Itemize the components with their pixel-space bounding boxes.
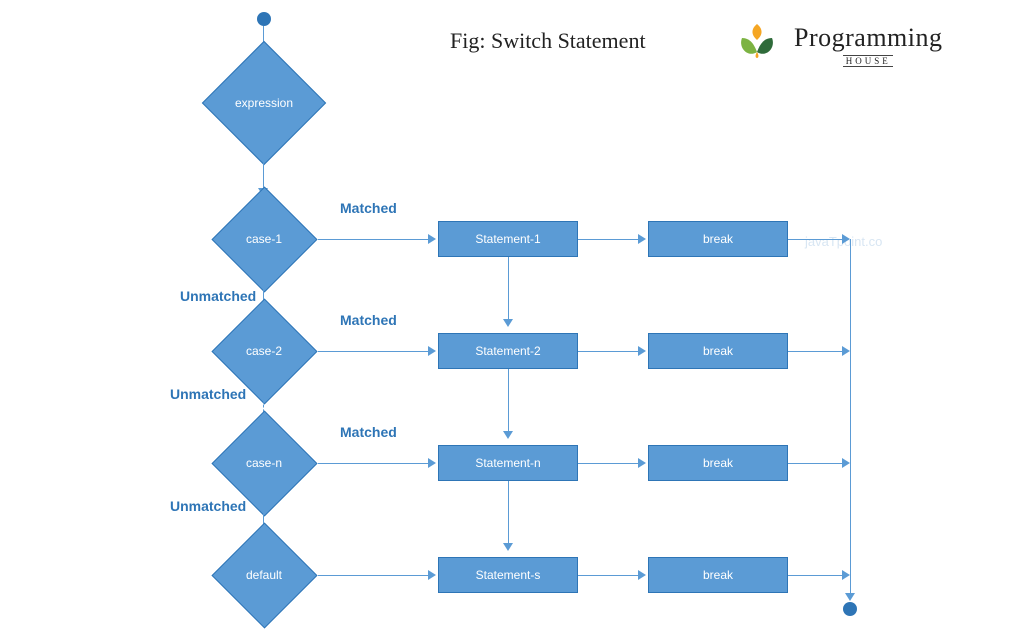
brand-logo: Programming HOUSE — [730, 18, 943, 72]
arrow-right-icon — [428, 346, 436, 356]
unmatched-label: Unmatched — [180, 288, 256, 304]
stmt1-node: Statement-1 — [438, 221, 578, 257]
case2-node: case-2 — [204, 316, 324, 386]
logo-sub: HOUSE — [843, 55, 893, 67]
breaks-node: break — [648, 557, 788, 593]
connector — [508, 481, 509, 545]
connector — [508, 257, 509, 321]
arrow-down-icon — [503, 319, 513, 327]
casen-node: case-n — [204, 428, 324, 498]
start-node — [257, 12, 271, 26]
stmts-node: Statement-s — [438, 557, 578, 593]
arrow-right-icon — [428, 234, 436, 244]
break1-label: break — [703, 232, 733, 246]
matched-label: Matched — [340, 200, 397, 216]
stmtn-node: Statement-n — [438, 445, 578, 481]
arrow-right-icon — [638, 346, 646, 356]
expression-node: expression — [204, 68, 324, 138]
default-node: default — [204, 540, 324, 610]
connector — [318, 575, 430, 576]
arrow-right-icon — [428, 570, 436, 580]
connector — [318, 351, 430, 352]
connector — [318, 239, 430, 240]
arrow-right-icon — [428, 458, 436, 468]
stmt2-node: Statement-2 — [438, 333, 578, 369]
connector — [508, 369, 509, 433]
expression-label: expression — [235, 96, 293, 110]
arrow-down-icon — [845, 593, 855, 601]
connector — [788, 575, 844, 576]
breaks-label: break — [703, 568, 733, 582]
arrow-right-icon — [638, 570, 646, 580]
figure-title: Fig: Switch Statement — [450, 28, 646, 54]
arrow-right-icon — [638, 458, 646, 468]
connector — [318, 463, 430, 464]
arrow-right-icon — [638, 234, 646, 244]
leaf-icon — [730, 18, 784, 72]
connector — [850, 239, 851, 595]
case2-label: case-2 — [246, 344, 282, 358]
connector — [578, 351, 640, 352]
arrow-right-icon — [842, 458, 850, 468]
connector — [578, 463, 640, 464]
break2-node: break — [648, 333, 788, 369]
connector — [578, 575, 640, 576]
unmatched-label: Unmatched — [170, 386, 246, 402]
break2-label: break — [703, 344, 733, 358]
case1-node: case-1 — [204, 204, 324, 274]
connector — [788, 351, 844, 352]
casen-label: case-n — [246, 456, 282, 470]
breakn-label: break — [703, 456, 733, 470]
arrow-down-icon — [503, 431, 513, 439]
connector — [788, 463, 844, 464]
logo-main: Programming — [794, 23, 943, 53]
break1-node: break — [648, 221, 788, 257]
arrow-right-icon — [842, 346, 850, 356]
matched-label: Matched — [340, 312, 397, 328]
arrow-down-icon — [503, 543, 513, 551]
case1-label: case-1 — [246, 232, 282, 246]
stmts-label: Statement-s — [476, 568, 541, 582]
stmt2-label: Statement-2 — [475, 344, 540, 358]
default-label: default — [246, 568, 282, 582]
connector — [578, 239, 640, 240]
stmtn-label: Statement-n — [475, 456, 540, 470]
connector — [788, 239, 844, 240]
arrow-right-icon — [842, 234, 850, 244]
flowchart-canvas: Fig: Switch Statement Programming HOUSE … — [0, 0, 1024, 640]
logo-text: Programming HOUSE — [794, 23, 943, 67]
arrow-right-icon — [842, 570, 850, 580]
end-node — [843, 602, 857, 616]
breakn-node: break — [648, 445, 788, 481]
matched-label: Matched — [340, 424, 397, 440]
unmatched-label: Unmatched — [170, 498, 246, 514]
stmt1-label: Statement-1 — [475, 232, 540, 246]
